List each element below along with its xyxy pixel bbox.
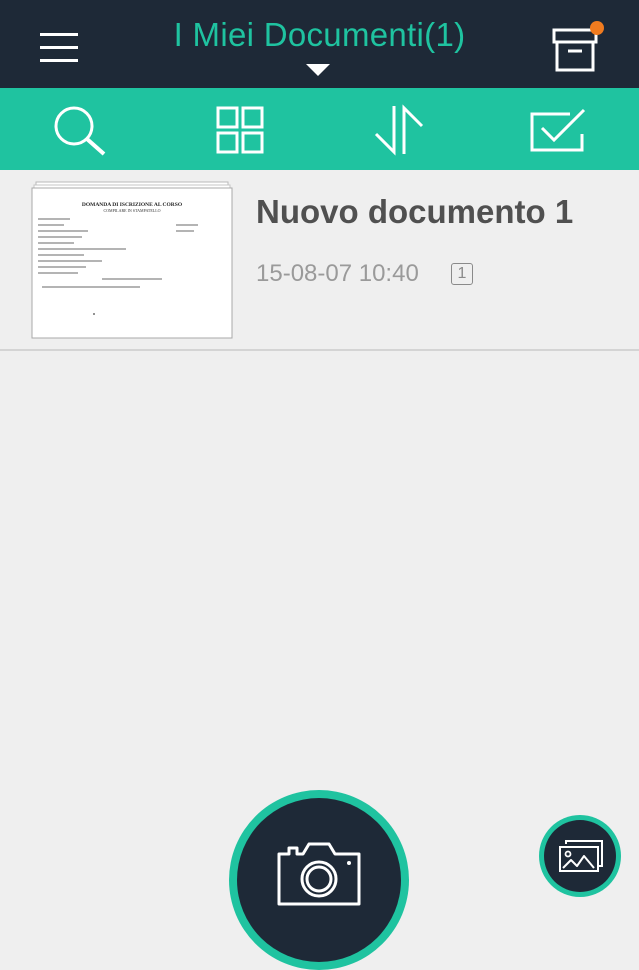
- search-icon[interactable]: [50, 104, 110, 156]
- toolbar: [0, 88, 639, 170]
- document-date: 15-08-07 10:40: [256, 260, 419, 287]
- list-divider: [0, 349, 639, 351]
- document-thumbnail: DOMANDA DI ISCRIZIONE AL CORSO COMPILARE…: [30, 181, 234, 339]
- page-count-badge: 1: [451, 263, 473, 285]
- thumbnail-subheading: COMPILARE IN STAMPATELLO: [103, 208, 160, 213]
- app-header: I Miei Documenti(1): [0, 0, 639, 88]
- document-title: Nuovo documento 1: [256, 193, 574, 230]
- notification-dot: [590, 21, 604, 35]
- sort-icon[interactable]: [370, 104, 430, 156]
- chevron-down-icon[interactable]: [306, 64, 330, 76]
- camera-button[interactable]: [229, 790, 409, 970]
- gallery-button-inner: [544, 820, 616, 892]
- document-list-item[interactable]: DOMANDA DI ISCRIZIONE AL CORSO COMPILARE…: [0, 171, 639, 349]
- grid-view-icon[interactable]: [210, 104, 270, 156]
- folder-title-dropdown[interactable]: I Miei Documenti(1): [0, 16, 639, 54]
- select-checkbox-icon[interactable]: [528, 104, 588, 156]
- camera-button-inner: [237, 798, 401, 962]
- camera-icon: [277, 842, 361, 906]
- gallery-import-button[interactable]: [539, 815, 621, 897]
- gallery-import-icon: [559, 840, 603, 872]
